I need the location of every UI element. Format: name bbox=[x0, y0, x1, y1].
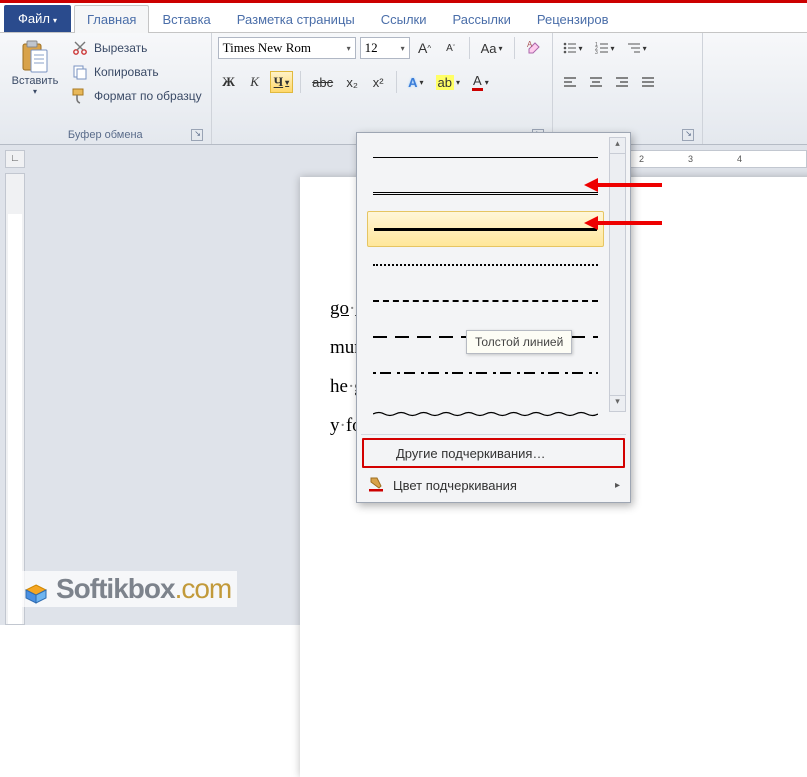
ruler-tick: 3 bbox=[688, 154, 693, 164]
ruler-tick: 2 bbox=[639, 154, 644, 164]
copy-icon bbox=[71, 63, 89, 81]
group-font: Times New Rom▾ 12▾ A^ Aˇ Aa▾ A Ж К Ч▾ ab… bbox=[212, 33, 553, 144]
eraser-icon: A bbox=[526, 40, 542, 57]
horizontal-ruler[interactable]: 2 3 4 bbox=[620, 150, 807, 168]
chevron-right-icon: ▸ bbox=[615, 480, 620, 491]
bold-button[interactable]: Ж bbox=[218, 71, 240, 93]
multilevel-icon bbox=[627, 41, 641, 55]
underline-color-label: Цвет подчеркивания bbox=[393, 478, 517, 493]
paste-button[interactable]: Вставить ▾ bbox=[6, 37, 64, 98]
change-case-button[interactable]: Aa▾ bbox=[477, 37, 507, 59]
format-painter-label: Формат по образцу bbox=[94, 89, 202, 103]
svg-text:A: A bbox=[527, 40, 533, 49]
copy-label: Копировать bbox=[94, 65, 159, 79]
font-size-combo[interactable]: 12▾ bbox=[360, 37, 410, 59]
tab-references[interactable]: Ссылки bbox=[368, 5, 440, 33]
cut-label: Вырезать bbox=[94, 41, 147, 55]
ribbon: Вставить ▾ Вырезать Копировать Формат по… bbox=[0, 33, 807, 145]
svg-text:3: 3 bbox=[595, 50, 598, 55]
ribbon-tabbar: Файл▾ Главная Вставка Разметка страницы … bbox=[0, 3, 807, 33]
bullets-button[interactable]: ▾ bbox=[559, 37, 587, 59]
paragraph-dialog-launcher[interactable] bbox=[682, 129, 694, 141]
font-color-button[interactable]: A▾ bbox=[468, 71, 493, 93]
vertical-ruler[interactable] bbox=[5, 173, 25, 625]
cut-button[interactable]: Вырезать bbox=[68, 37, 205, 59]
align-justify-button[interactable] bbox=[637, 71, 659, 93]
tab-mailings[interactable]: Рассылки bbox=[440, 5, 524, 33]
underline-color-icon bbox=[367, 476, 385, 494]
align-left-icon bbox=[563, 76, 577, 88]
watermark: Softikbox.com bbox=[16, 571, 237, 607]
grow-font-button[interactable]: A^ bbox=[414, 37, 436, 59]
align-center-icon bbox=[589, 76, 603, 88]
copy-button[interactable]: Копировать bbox=[68, 61, 205, 83]
group-paragraph: ▾ 123▾ ▾ bbox=[553, 33, 703, 144]
tab-home[interactable]: Главная bbox=[74, 5, 149, 33]
tooltip: Толстой линией bbox=[466, 330, 572, 354]
group-label-clipboard: Буфер обмена bbox=[6, 127, 205, 144]
text-effects-button[interactable]: A▾ bbox=[404, 71, 427, 93]
underline-dashed[interactable] bbox=[367, 283, 604, 319]
multilevel-button[interactable]: ▾ bbox=[623, 37, 651, 59]
numbering-icon: 123 bbox=[595, 41, 609, 55]
annotation-arrow bbox=[582, 214, 662, 232]
scroll-up-button[interactable]: ▴ bbox=[610, 138, 625, 154]
underline-color-item[interactable]: Цвет подчеркивания ▸ bbox=[357, 470, 630, 500]
underline-wave[interactable] bbox=[367, 391, 604, 427]
align-left-button[interactable] bbox=[559, 71, 581, 93]
brush-icon bbox=[71, 87, 89, 105]
align-justify-icon bbox=[641, 76, 655, 88]
more-underlines-item[interactable]: Другие подчеркивания… bbox=[362, 438, 625, 468]
underline-button[interactable]: Ч▾ bbox=[270, 71, 294, 93]
align-center-button[interactable] bbox=[585, 71, 607, 93]
subscript-button[interactable]: x₂ bbox=[341, 71, 363, 93]
clear-format-button[interactable]: A bbox=[522, 37, 546, 59]
tab-layout[interactable]: Разметка страницы bbox=[224, 5, 368, 33]
format-painter-button[interactable]: Формат по образцу bbox=[68, 85, 205, 107]
more-underlines-label: Другие подчеркивания… bbox=[396, 446, 545, 461]
ruler-corner[interactable]: ∟ bbox=[5, 150, 25, 168]
logo-icon bbox=[22, 580, 50, 602]
shrink-font-button[interactable]: Aˇ bbox=[440, 37, 462, 59]
annotation-arrow bbox=[582, 176, 662, 194]
superscript-button[interactable]: x² bbox=[367, 71, 389, 93]
underline-dotted[interactable] bbox=[367, 247, 604, 283]
italic-button[interactable]: К bbox=[244, 71, 266, 93]
bullets-icon bbox=[563, 41, 577, 55]
group-clipboard: Вставить ▾ Вырезать Копировать Формат по… bbox=[0, 33, 212, 144]
tab-review[interactable]: Рецензиров bbox=[524, 5, 622, 33]
highlight-button[interactable]: ab▾ bbox=[432, 71, 464, 93]
tab-file[interactable]: Файл▾ bbox=[4, 5, 71, 32]
scroll-down-button[interactable]: ▾ bbox=[610, 395, 625, 411]
paste-icon bbox=[17, 39, 53, 75]
paste-label: Вставить bbox=[12, 75, 59, 87]
align-right-button[interactable] bbox=[611, 71, 633, 93]
tab-insert[interactable]: Вставка bbox=[149, 5, 223, 33]
ruler-tick: 4 bbox=[737, 154, 742, 164]
underline-thick[interactable]: Толстой линией bbox=[367, 211, 604, 247]
clipboard-dialog-launcher[interactable] bbox=[191, 129, 203, 141]
underline-dot-dash[interactable] bbox=[367, 355, 604, 391]
underline-double[interactable] bbox=[367, 175, 604, 211]
strike-button[interactable]: abc bbox=[308, 71, 337, 93]
scissors-icon bbox=[71, 39, 89, 57]
underline-single[interactable] bbox=[367, 139, 604, 175]
font-name-combo[interactable]: Times New Rom▾ bbox=[218, 37, 356, 59]
numbering-button[interactable]: 123▾ bbox=[591, 37, 619, 59]
align-right-icon bbox=[615, 76, 629, 88]
